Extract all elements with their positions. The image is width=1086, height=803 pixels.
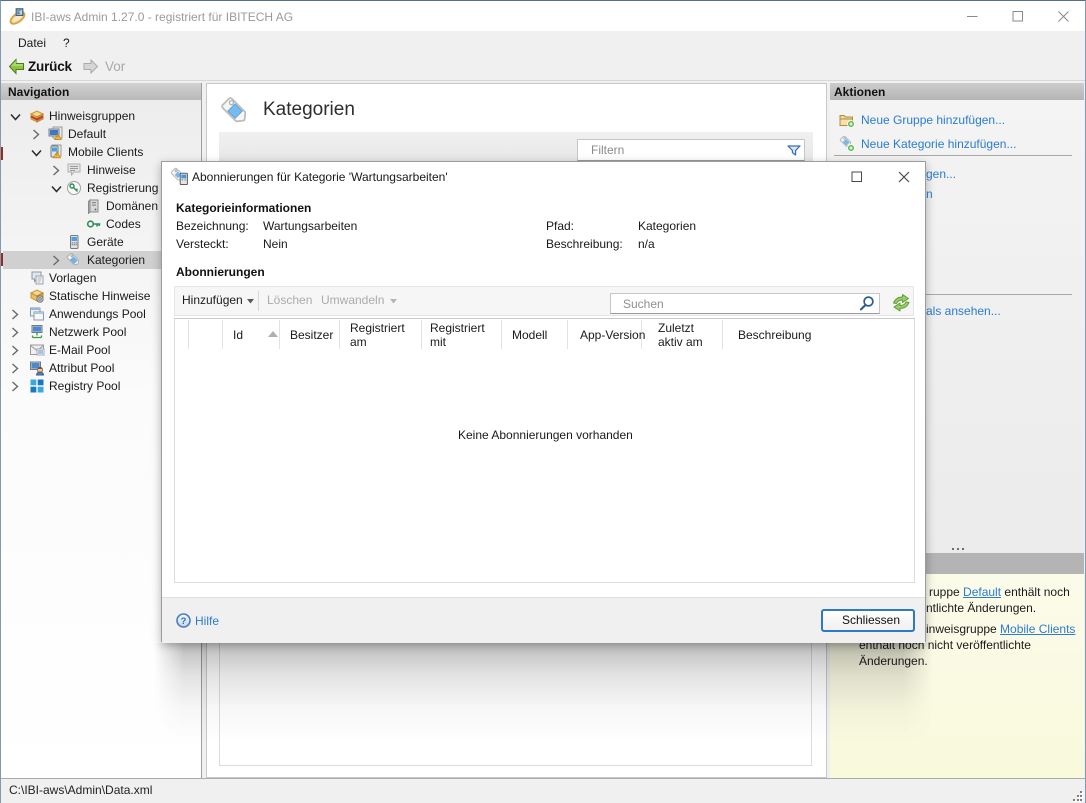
svg-text:!: ! <box>56 154 57 160</box>
svg-text:?: ? <box>181 616 187 627</box>
svg-text:!: ! <box>57 135 58 141</box>
